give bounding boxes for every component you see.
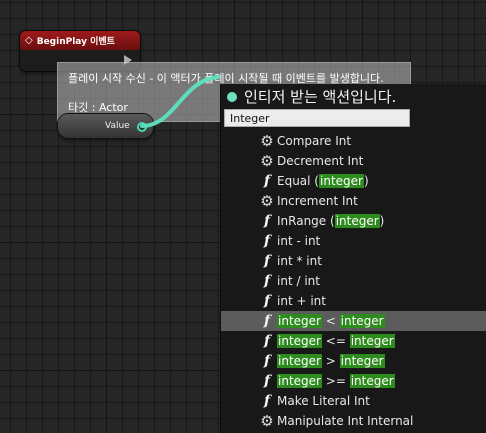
search-match-highlight: integer [277,354,322,368]
label-text: Equal ( [277,174,319,188]
function-icon: f [263,373,271,389]
wire-path [140,75,220,128]
search-match-highlight: integer [339,354,385,368]
action-item-label: Decrement Int [277,154,363,168]
action-item-label: Make Literal Int [277,394,370,408]
search-match-highlight: integer [319,174,364,188]
function-icon: f [263,393,271,409]
action-item[interactable]: f int - int [221,231,486,251]
search-match-highlight: integer [334,214,380,228]
action-item[interactable]: f Equal (integer) [221,171,486,191]
action-item[interactable]: f integer < integer [221,311,486,331]
label-text: ) [363,174,369,188]
action-item-label: integer <= integer [277,334,395,348]
action-item-label: integer >= integer [277,374,395,388]
label-text: int / int [277,274,320,288]
action-item[interactable]: f integer > integer [221,351,486,371]
label-text: Increment Int [277,194,358,208]
action-item-label: int * int [277,254,322,268]
label-text: <= [321,334,350,348]
search-match-highlight: integer [339,314,385,328]
search-match-highlight: integer [277,374,322,388]
label-text: Decrement Int [277,154,364,168]
search-match-highlight: integer [349,334,395,348]
label-text: >= [321,374,350,388]
action-item[interactable]: ⚙ Increment Int [221,191,486,211]
action-item[interactable]: ⚙ Compare Int [221,131,486,151]
action-item-label: Increment Int [277,194,358,208]
action-menu-title: 인티저 받는 액션입니다. [244,88,397,106]
gear-icon: ⚙ [260,132,274,150]
label-text: < [321,314,340,328]
function-icon: f [263,313,271,329]
label-text: int * int [277,254,322,268]
action-item[interactable]: f int / int [221,271,486,291]
action-item[interactable]: f int + int [221,291,486,311]
search-match-highlight: integer [349,374,395,388]
action-item[interactable]: ⚙ Decrement Int [221,151,486,171]
gear-icon: ⚙ [260,192,274,210]
action-item[interactable]: f integer <= integer [221,331,486,351]
action-item-label: integer > integer [277,354,385,368]
action-item[interactable]: f integer >= integer [221,371,486,391]
action-item[interactable]: f InRange (integer) [221,211,486,231]
function-icon: f [263,233,271,249]
gear-icon: ⚙ [260,412,274,430]
label-text: ) [379,214,385,228]
label-text: Compare Int [277,134,352,148]
function-icon: f [263,333,271,349]
label-text: int - int [277,234,321,248]
action-item-label: int + int [277,294,326,308]
action-menu[interactable]: 인티저 받는 액션입니다. ⚙Compare Int⚙Decrement Int… [220,84,486,433]
integer-pin-icon [227,91,237,102]
function-icon: f [263,273,271,289]
function-icon: f [263,293,271,309]
gear-icon: ⚙ [260,152,274,170]
search-match-highlight: integer [277,314,322,328]
action-search-input[interactable] [224,109,410,127]
action-item[interactable]: f Make Literal Int [221,391,486,411]
action-list[interactable]: ⚙ Compare Int ⚙ Decrement Int f Equal (intege… [221,131,486,431]
label-text: InRange ( [277,214,335,228]
action-item-label: Equal (integer) [277,174,369,188]
action-item-label: Compare Int [277,134,351,148]
label-text: > [321,354,340,368]
search-match-highlight: integer [277,334,322,348]
action-item-label: int / int [277,274,320,288]
action-item-label: integer < integer [277,314,385,328]
label-text: Make Literal Int [277,394,370,408]
action-item[interactable]: f int * int [221,251,486,271]
function-icon: f [263,213,271,229]
function-icon: f [263,353,271,369]
label-text: Manipulate Int Internal [277,414,414,428]
function-icon: f [263,173,271,189]
action-item[interactable]: ⚙ Manipulate Int Internal [221,411,486,431]
label-text: int + int [277,294,326,308]
action-item-label: int - int [277,234,320,248]
action-item-label: Manipulate Int Internal [277,414,413,428]
function-icon: f [263,253,271,269]
action-menu-header: 인티저 받는 액션입니다. [227,86,396,107]
action-item-label: InRange (integer) [277,214,384,228]
